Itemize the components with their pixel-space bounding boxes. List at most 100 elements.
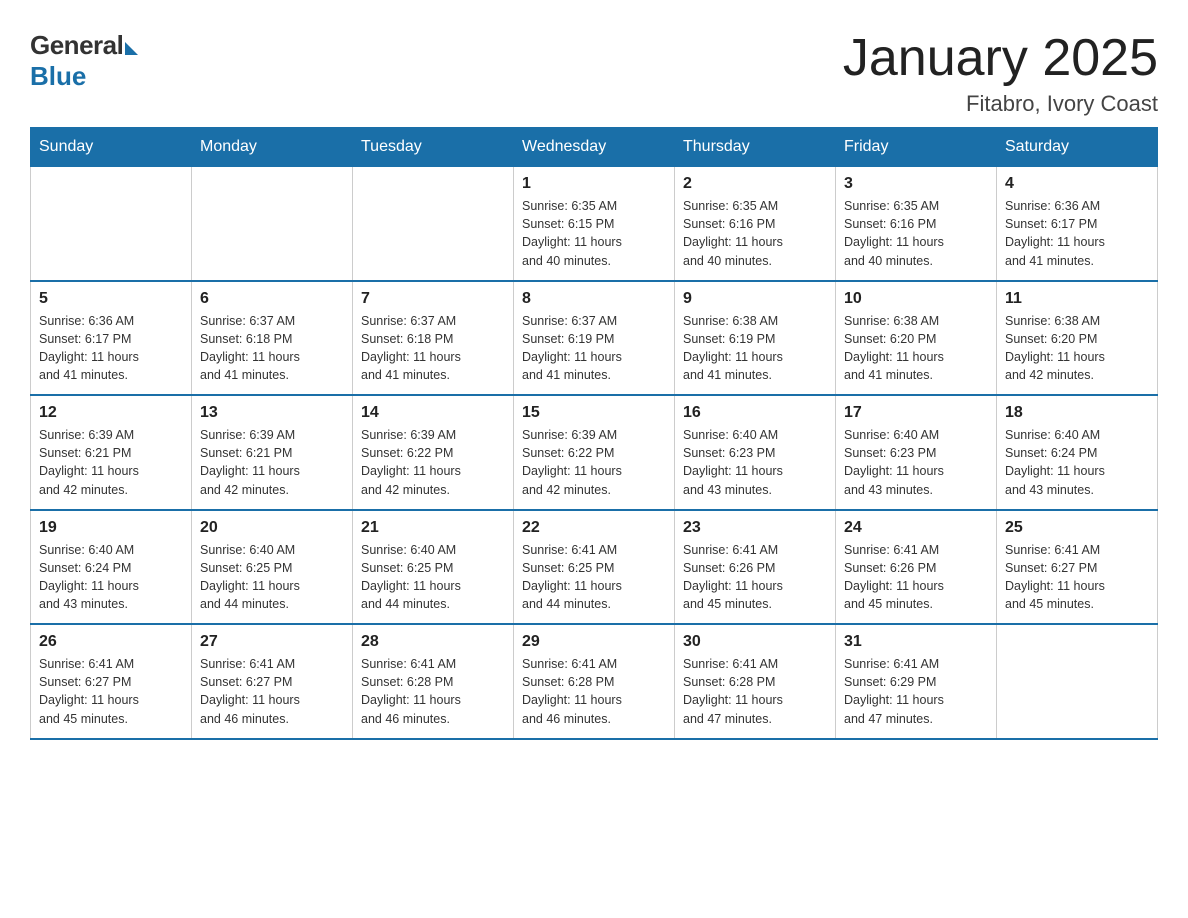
day-info: Sunrise: 6:41 AM Sunset: 6:27 PM Dayligh… xyxy=(39,655,183,728)
day-number: 9 xyxy=(683,290,827,308)
day-info: Sunrise: 6:39 AM Sunset: 6:22 PM Dayligh… xyxy=(361,426,505,499)
day-info: Sunrise: 6:38 AM Sunset: 6:19 PM Dayligh… xyxy=(683,312,827,385)
day-number: 26 xyxy=(39,633,183,651)
calendar-cell: 22 Sunrise: 6:41 AM Sunset: 6:25 PM Dayli… xyxy=(514,510,675,625)
title-block: January 2025 Fitabro, Ivory Coast xyxy=(843,30,1158,117)
calendar-cell xyxy=(31,167,192,281)
day-info: Sunrise: 6:35 AM Sunset: 6:15 PM Dayligh… xyxy=(522,197,666,270)
calendar-cell: 16 Sunrise: 6:40 AM Sunset: 6:23 PM Dayli… xyxy=(675,395,836,510)
day-number: 24 xyxy=(844,519,988,537)
day-number: 4 xyxy=(1005,175,1149,193)
day-number: 27 xyxy=(200,633,344,651)
day-info: Sunrise: 6:40 AM Sunset: 6:23 PM Dayligh… xyxy=(683,426,827,499)
day-number: 5 xyxy=(39,290,183,308)
calendar-cell: 4 Sunrise: 6:36 AM Sunset: 6:17 PM Daylig… xyxy=(997,167,1158,281)
calendar-cell: 28Sunrise: 6:41 AM Sunset: 6:28 PM Dayli… xyxy=(353,624,514,739)
calendar-cell: 24 Sunrise: 6:41 AM Sunset: 6:26 PM Dayli… xyxy=(836,510,997,625)
day-number: 22 xyxy=(522,519,666,537)
header-friday: Friday xyxy=(836,128,997,167)
calendar-cell: 26 Sunrise: 6:41 AM Sunset: 6:27 PM Dayli… xyxy=(31,624,192,739)
calendar-week-row: 26 Sunrise: 6:41 AM Sunset: 6:27 PM Dayli… xyxy=(31,624,1158,739)
calendar-cell: 30 Sunrise: 6:41 AM Sunset: 6:28 PM Dayli… xyxy=(675,624,836,739)
calendar-cell xyxy=(353,167,514,281)
page-header: General Blue January 2025 Fitabro, Ivory… xyxy=(30,30,1158,117)
day-info: Sunrise: 6:41 AM Sunset: 6:29 PM Dayligh… xyxy=(844,655,988,728)
calendar-cell: 9 Sunrise: 6:38 AM Sunset: 6:19 PM Daylig… xyxy=(675,281,836,396)
day-number: 14 xyxy=(361,404,505,422)
day-number: 31 xyxy=(844,633,988,651)
header-sunday: Sunday xyxy=(31,128,192,167)
calendar-cell: 11Sunrise: 6:38 AM Sunset: 6:20 PM Dayli… xyxy=(997,281,1158,396)
day-info: Sunrise: 6:41 AM Sunset: 6:27 PM Dayligh… xyxy=(1005,541,1149,614)
calendar-cell: 14 Sunrise: 6:39 AM Sunset: 6:22 PM Dayli… xyxy=(353,395,514,510)
calendar-table: SundayMondayTuesdayWednesdayThursdayFrid… xyxy=(30,127,1158,740)
calendar-week-row: 12 Sunrise: 6:39 AM Sunset: 6:21 PM Dayli… xyxy=(31,395,1158,510)
day-info: Sunrise: 6:37 AM Sunset: 6:18 PM Dayligh… xyxy=(200,312,344,385)
day-info: Sunrise: 6:40 AM Sunset: 6:23 PM Dayligh… xyxy=(844,426,988,499)
day-info: Sunrise: 6:36 AM Sunset: 6:17 PM Dayligh… xyxy=(39,312,183,385)
day-info: Sunrise: 6:40 AM Sunset: 6:25 PM Dayligh… xyxy=(361,541,505,614)
day-info: Sunrise: 6:41 AM Sunset: 6:26 PM Dayligh… xyxy=(844,541,988,614)
day-info: Sunrise: 6:35 AM Sunset: 6:16 PM Dayligh… xyxy=(683,197,827,270)
calendar-cell: 31 Sunrise: 6:41 AM Sunset: 6:29 PM Dayli… xyxy=(836,624,997,739)
day-info: Sunrise: 6:41 AM Sunset: 6:25 PM Dayligh… xyxy=(522,541,666,614)
calendar-cell: 10Sunrise: 6:38 AM Sunset: 6:20 PM Dayli… xyxy=(836,281,997,396)
day-info: Sunrise: 6:37 AM Sunset: 6:19 PM Dayligh… xyxy=(522,312,666,385)
day-number: 28 xyxy=(361,633,505,651)
calendar-cell: 3Sunrise: 6:35 AM Sunset: 6:16 PM Daylig… xyxy=(836,167,997,281)
logo: General Blue xyxy=(30,30,138,92)
calendar-cell: 6Sunrise: 6:37 AM Sunset: 6:18 PM Daylig… xyxy=(192,281,353,396)
calendar-subtitle: Fitabro, Ivory Coast xyxy=(843,91,1158,117)
day-number: 19 xyxy=(39,519,183,537)
calendar-week-row: 19 Sunrise: 6:40 AM Sunset: 6:24 PM Dayli… xyxy=(31,510,1158,625)
day-info: Sunrise: 6:40 AM Sunset: 6:24 PM Dayligh… xyxy=(39,541,183,614)
calendar-cell: 12 Sunrise: 6:39 AM Sunset: 6:21 PM Dayli… xyxy=(31,395,192,510)
day-info: Sunrise: 6:36 AM Sunset: 6:17 PM Dayligh… xyxy=(1005,197,1149,270)
header-wednesday: Wednesday xyxy=(514,128,675,167)
day-number: 15 xyxy=(522,404,666,422)
day-info: Sunrise: 6:41 AM Sunset: 6:28 PM Dayligh… xyxy=(522,655,666,728)
day-number: 8 xyxy=(522,290,666,308)
logo-general-text: General xyxy=(30,30,123,61)
day-number: 17 xyxy=(844,404,988,422)
calendar-cell: 21 Sunrise: 6:40 AM Sunset: 6:25 PM Dayli… xyxy=(353,510,514,625)
day-number: 29 xyxy=(522,633,666,651)
day-number: 13 xyxy=(200,404,344,422)
day-info: Sunrise: 6:41 AM Sunset: 6:28 PM Dayligh… xyxy=(683,655,827,728)
calendar-header-row: SundayMondayTuesdayWednesdayThursdayFrid… xyxy=(31,128,1158,167)
day-number: 21 xyxy=(361,519,505,537)
calendar-cell: 18Sunrise: 6:40 AM Sunset: 6:24 PM Dayli… xyxy=(997,395,1158,510)
day-number: 30 xyxy=(683,633,827,651)
day-info: Sunrise: 6:41 AM Sunset: 6:27 PM Dayligh… xyxy=(200,655,344,728)
day-number: 20 xyxy=(200,519,344,537)
logo-blue-text: Blue xyxy=(30,61,86,92)
calendar-cell: 1 Sunrise: 6:35 AM Sunset: 6:15 PM Daylig… xyxy=(514,167,675,281)
calendar-cell: 17 Sunrise: 6:40 AM Sunset: 6:23 PM Dayli… xyxy=(836,395,997,510)
header-thursday: Thursday xyxy=(675,128,836,167)
calendar-title: January 2025 xyxy=(843,30,1158,87)
calendar-cell: 23Sunrise: 6:41 AM Sunset: 6:26 PM Dayli… xyxy=(675,510,836,625)
day-number: 7 xyxy=(361,290,505,308)
day-info: Sunrise: 6:35 AM Sunset: 6:16 PM Dayligh… xyxy=(844,197,988,270)
day-number: 16 xyxy=(683,404,827,422)
calendar-week-row: 1 Sunrise: 6:35 AM Sunset: 6:15 PM Daylig… xyxy=(31,167,1158,281)
calendar-cell: 7Sunrise: 6:37 AM Sunset: 6:18 PM Daylig… xyxy=(353,281,514,396)
day-number: 11 xyxy=(1005,290,1149,308)
day-info: Sunrise: 6:40 AM Sunset: 6:25 PM Dayligh… xyxy=(200,541,344,614)
header-monday: Monday xyxy=(192,128,353,167)
day-info: Sunrise: 6:39 AM Sunset: 6:22 PM Dayligh… xyxy=(522,426,666,499)
calendar-cell xyxy=(192,167,353,281)
day-number: 10 xyxy=(844,290,988,308)
calendar-cell xyxy=(997,624,1158,739)
logo-arrow-icon xyxy=(125,42,138,55)
day-number: 1 xyxy=(522,175,666,193)
day-number: 12 xyxy=(39,404,183,422)
day-info: Sunrise: 6:40 AM Sunset: 6:24 PM Dayligh… xyxy=(1005,426,1149,499)
calendar-cell: 20 Sunrise: 6:40 AM Sunset: 6:25 PM Dayli… xyxy=(192,510,353,625)
calendar-cell: 8 Sunrise: 6:37 AM Sunset: 6:19 PM Daylig… xyxy=(514,281,675,396)
day-info: Sunrise: 6:39 AM Sunset: 6:21 PM Dayligh… xyxy=(39,426,183,499)
calendar-cell: 19 Sunrise: 6:40 AM Sunset: 6:24 PM Dayli… xyxy=(31,510,192,625)
day-number: 25 xyxy=(1005,519,1149,537)
day-info: Sunrise: 6:39 AM Sunset: 6:21 PM Dayligh… xyxy=(200,426,344,499)
calendar-cell: 25 Sunrise: 6:41 AM Sunset: 6:27 PM Dayli… xyxy=(997,510,1158,625)
